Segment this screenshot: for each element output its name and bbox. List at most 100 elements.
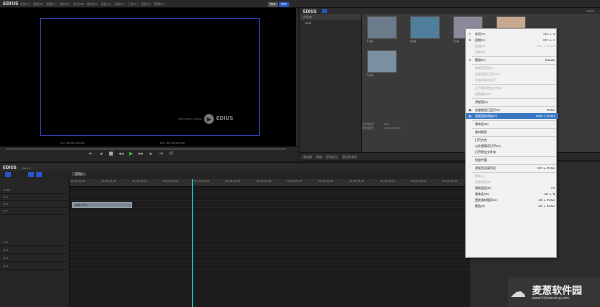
transport-button[interactable]: ▸ (148, 151, 154, 157)
track-name: 4 A (3, 264, 8, 268)
bin-clip[interactable]: 2.jpg (410, 16, 440, 43)
menu-item-label: 在播放窗口显示(V) (475, 108, 501, 112)
transport-button[interactable]: ▶ (128, 151, 134, 157)
timeline-title: EDIUS (3, 165, 17, 170)
transport-button[interactable]: ◂◂ (118, 151, 124, 157)
track-header[interactable]: 1 VA (0, 187, 70, 194)
menu-item-label: 粘贴(P) (475, 44, 486, 48)
ruler-label: 00:00:12;00 (163, 180, 179, 183)
timeline-clip[interactable]: 素材 1 [V] (72, 202, 132, 208)
timecode-out: Dur 00:00:00;00 (160, 141, 185, 145)
menu-item-label: 打开素材所在文件夹 (475, 86, 503, 90)
menu-item-icon: ⧉ (468, 38, 472, 42)
ruler-label: 00:00:28;00 (287, 180, 303, 183)
context-menu-item[interactable]: 创建代理 (466, 157, 558, 163)
context-menu-item: 在素材库中显示 (466, 77, 558, 83)
context-menu-item[interactable]: ✕ 删除(D) Delete (466, 57, 558, 63)
context-menu-item[interactable]: 素材颜色 (466, 129, 558, 135)
menu-item-label: 重新链接(R) (475, 186, 492, 190)
track-name: 3 A (3, 256, 8, 260)
track-lane[interactable] (70, 247, 470, 254)
bin-zoom: 100% (586, 9, 595, 13)
tab-sequence[interactable]: 序列1 (72, 172, 86, 176)
folder-root[interactable]: root (300, 20, 361, 26)
menu-item[interactable]: 模式(O) (87, 2, 98, 6)
menu-item[interactable]: 设置(S) (141, 2, 151, 6)
track-header[interactable]: 3 A (0, 255, 70, 262)
track-header[interactable]: 1 A (0, 239, 70, 246)
track-lane[interactable] (70, 255, 470, 262)
context-menu-item[interactable]: 添加到(A) (466, 99, 558, 105)
menu-item-label: 素材颜色 (475, 130, 488, 134)
menu-item[interactable]: 工具(T) (128, 2, 138, 6)
menu-item[interactable]: 编辑(E) (33, 2, 43, 6)
transport-button[interactable]: ↺ (168, 151, 174, 157)
clip-thumbnail[interactable] (367, 50, 397, 73)
menu-item[interactable]: 帮助(H) (154, 2, 165, 6)
menu-item-label: 删除(D) (475, 58, 486, 62)
menu-item[interactable]: 标记(M) (73, 2, 84, 6)
playhead[interactable] (192, 179, 193, 307)
menu-item[interactable]: 素材(C) (60, 2, 70, 6)
ruler-label: 00:00:32;00 (318, 180, 334, 183)
bin-tab[interactable]: 序列标记 (326, 155, 338, 159)
context-menu-item[interactable]: 重命名(N) (466, 121, 558, 127)
ruler-label: 00:00:40;00 (380, 180, 396, 183)
timeline-ruler[interactable]: 00:00:00;00 00:00:04;00 00:00:08;00 00:00:1… (70, 179, 470, 187)
track-lane[interactable] (70, 208, 470, 215)
transport-button[interactable]: ◂ (98, 151, 104, 157)
context-menu-item[interactable]: 添加到渲染列表 Ctrl + Enter (466, 165, 558, 171)
bin-clip[interactable]: 5.jpg (367, 50, 397, 77)
menu-item[interactable]: 渲染(R) (114, 2, 124, 6)
bin-tab[interactable]: 源文件浏览 (342, 155, 357, 159)
rec-badge[interactable]: REC (279, 1, 290, 7)
menu-item[interactable]: 视图(V) (46, 2, 56, 6)
track-header[interactable]: 4 A (0, 263, 70, 270)
track-header[interactable]: 3 V (0, 201, 70, 208)
transport-button[interactable]: ⇥ (158, 151, 164, 157)
track-name: 1 VA (3, 188, 10, 192)
menu-item-label: 剪切(T) (475, 32, 486, 36)
transport-button[interactable]: ■ (108, 151, 114, 157)
ruler-label: 00:00:20;00 (225, 180, 241, 183)
menu-item-icon: ▣ (468, 108, 472, 112)
bin-tab[interactable]: 特效 (316, 155, 322, 159)
context-menu-item[interactable]: ▤ 添加到时间线(T) Shift + Enter (466, 113, 558, 119)
track-lane[interactable] (70, 187, 470, 194)
plr-badge[interactable]: PLR (268, 1, 278, 7)
bin-tab[interactable]: 素材库 (303, 155, 312, 159)
menu-item-label: 在播放窗口显示(S) (475, 72, 501, 76)
transport-button[interactable]: ⇤ (88, 151, 94, 157)
menu-item-label: 编辑素材(E) (475, 92, 492, 96)
snap-icon[interactable] (28, 172, 34, 177)
track-header[interactable]: 1 T (0, 208, 70, 215)
clip-thumbnail[interactable] (367, 16, 397, 39)
track-lane[interactable] (70, 263, 470, 270)
track-header[interactable]: 2 A (0, 247, 70, 254)
track-lane[interactable] (70, 194, 470, 201)
transport-button[interactable]: ▸▸ (138, 151, 144, 157)
clip-thumbnail[interactable] (410, 16, 440, 39)
menu-item[interactable]: 采集(A) (101, 2, 111, 6)
player-window: PREVIEW USING ▶ EDIUS Cur 00:00:00;00 Du… (0, 8, 298, 154)
preview-watermark: PREVIEW USING ▶ EDIUS (178, 114, 233, 124)
link-icon[interactable] (36, 172, 42, 177)
track-name: 1 T (3, 209, 8, 213)
track-lane[interactable] (70, 239, 470, 246)
menu-item-shortcut: Delete (545, 58, 555, 62)
context-menu-item[interactable]: 打开所在文件夹 (466, 149, 558, 155)
menu-item-label: 添加到(A) (475, 100, 489, 104)
ruler-label: 00:00:00;00 (70, 180, 86, 183)
menu-item-icon: ✂ (468, 32, 472, 36)
mode-icon[interactable] (5, 172, 11, 177)
bin-folder-icon[interactable] (322, 9, 327, 13)
menu-bar: EDIUS 文件(F) 编辑(E) 视图(V) 素材(C) 标记(M) 模式(O) 采集(A… (0, 0, 600, 8)
track-header[interactable]: 2 V (0, 194, 70, 201)
menu-item-label: 添加到时间线(T) (475, 114, 498, 118)
context-menu-item[interactable]: 属性(P) Alt + Enter (466, 203, 558, 209)
context-menu-item: 编辑素材(E) (466, 91, 558, 97)
scrub-bar[interactable] (6, 148, 286, 150)
menu-item[interactable]: 文件(F) (20, 2, 30, 6)
bin-clip[interactable]: 1.jpg (367, 16, 397, 43)
menu-item-label: 重命名(N) (475, 122, 489, 126)
